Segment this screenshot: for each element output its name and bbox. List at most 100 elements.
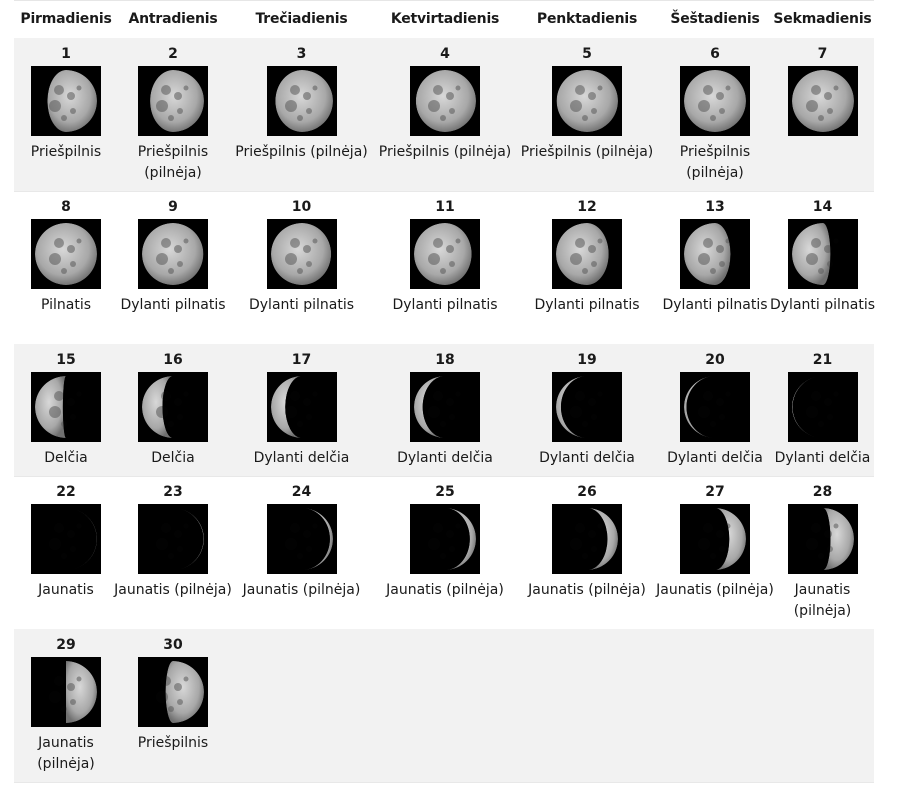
day-cell: 11 Dylanti pilnatis (375, 191, 515, 344)
day-cell: 2 Priešpilnis (pilnėja) (118, 38, 228, 191)
moon-phase-icon (788, 66, 858, 136)
day-number: 22 (56, 484, 76, 500)
day-cell: 22 Jaunatis (14, 476, 118, 629)
weekday-monday: Pirmadienis (20, 11, 112, 27)
weekday-sunday: Sekmadienis (773, 11, 872, 27)
day-cell: 16 Delčia (118, 344, 228, 476)
calendar-week-row: 8 Pilnatis 9 Dylanti pilnatis 10 Dylanti… (14, 191, 875, 345)
day-cell: 8 Pilnatis (14, 191, 118, 344)
day-number: 16 (163, 352, 183, 368)
phase-label: Dylanti delčia (397, 450, 493, 466)
day-number: 13 (705, 199, 725, 215)
day-number: 27 (705, 484, 725, 500)
day-cell: 10 Dylanti pilnatis (228, 191, 375, 344)
day-number: 23 (163, 484, 183, 500)
calendar-week-row: 15 Delčia 16 Delčia 17 Dylanti delčia 18… (14, 344, 874, 477)
phase-label: Dylanti delčia (539, 450, 635, 466)
day-cell: 14 Dylanti pilnatis (770, 191, 875, 344)
day-number: 28 (812, 484, 833, 500)
weekday-saturday: Šeštadienis (670, 11, 760, 27)
day-number: 17 (291, 352, 312, 368)
day-cell: 19 Dylanti delčia (515, 344, 659, 476)
moon-phase-icon (267, 372, 337, 442)
weekday-header: Ketvirtadienis (375, 0, 515, 39)
weekday-tuesday: Antradienis (128, 11, 218, 27)
moon-phase-icon (138, 372, 208, 442)
weekday-friday: Penktadienis (536, 11, 638, 27)
day-cell: 9 Dylanti pilnatis (118, 191, 228, 344)
weekday-header: Šeštadienis (659, 0, 771, 39)
phase-label: Priešpilnis (137, 735, 209, 751)
day-number: 2 (168, 46, 178, 62)
phase-label: Jaunatis (pilnėja) (37, 735, 95, 772)
phase-label: Dylanti pilnatis (120, 297, 226, 313)
phase-label: Jaunatis (pilnėja) (114, 582, 232, 598)
moon-phase-icon (138, 657, 208, 727)
phase-label: Jaunatis (pilnėja) (793, 582, 852, 619)
phase-label: Dylanti pilnatis (248, 297, 355, 313)
weekday-header: Penktadienis (515, 0, 659, 39)
day-number: 4 (440, 46, 450, 62)
moon-phase-icon (31, 504, 101, 574)
day-number: 10 (291, 199, 312, 215)
day-number: 12 (577, 199, 597, 215)
moon-phase-icon (680, 372, 750, 442)
moon-phase-icon (552, 372, 622, 442)
moon-phase-icon (410, 219, 480, 289)
day-number: 7 (817, 46, 828, 62)
moon-phase-icon (788, 372, 858, 442)
moon-phase-icon (138, 504, 208, 574)
phase-label: Jaunatis (38, 582, 94, 598)
moon-phase-icon (410, 66, 480, 136)
day-cell: 3 Priešpilnis (pilnėja) (228, 38, 375, 191)
moon-phase-icon (552, 504, 622, 574)
moon-phase-icon (552, 66, 622, 136)
day-number: 3 (296, 46, 307, 62)
moon-phase-icon (138, 66, 208, 136)
day-number: 11 (435, 199, 455, 215)
phase-label: Jaunatis (pilnėja) (242, 582, 361, 598)
day-cell: 26 Jaunatis (pilnėja) (515, 476, 659, 629)
day-cell: 21 Dylanti delčia (771, 344, 874, 476)
day-cell: 25 Jaunatis (pilnėja) (375, 476, 515, 629)
moon-phase-icon (788, 504, 858, 574)
day-number: 30 (163, 637, 183, 653)
day-cell: 28 Jaunatis (pilnėja) (771, 476, 874, 629)
day-number: 5 (582, 46, 592, 62)
day-number: 18 (435, 352, 455, 368)
weekday-thursday: Ketvirtadienis (390, 11, 500, 27)
day-cell: 27 Jaunatis (pilnėja) (656, 476, 774, 629)
weekday-header: Sekmadienis (771, 0, 874, 39)
moon-phase-icon (680, 219, 750, 289)
phase-label: Priešpilnis (pilnėja) (520, 144, 654, 160)
phase-label: Dylanti pilnatis (662, 297, 768, 313)
day-cell: 7 (771, 38, 874, 191)
phase-label: Dylanti delčia (774, 450, 871, 466)
day-number: 26 (577, 484, 597, 500)
day-cell: 20 Dylanti delčia (659, 344, 771, 476)
phase-label: Priešpilnis (pilnėja) (137, 144, 209, 181)
moon-phase-icon (31, 372, 101, 442)
day-cell: 15 Delčia (14, 344, 118, 476)
day-cell: 17 Dylanti delčia (228, 344, 375, 476)
day-number: 14 (812, 199, 833, 215)
day-cell: 18 Dylanti delčia (375, 344, 515, 476)
moon-phase-icon (267, 504, 337, 574)
calendar-week-row: 22 Jaunatis 23 Jaunatis (pilnėja) 24 Jau… (14, 476, 874, 630)
phase-label: Dylanti pilnatis (534, 297, 640, 313)
moon-phase-icon (410, 504, 480, 574)
day-cell: 29 Jaunatis (pilnėja) (14, 629, 118, 782)
day-cell: 5 Priešpilnis (pilnėja) (515, 38, 659, 191)
day-cell: 24 Jaunatis (pilnėja) (228, 476, 375, 629)
calendar-week-row: 29 Jaunatis (pilnėja) 30 Priešpilnis (14, 629, 874, 783)
phase-label: Dylanti delčia (253, 450, 350, 466)
moon-phase-icon (31, 219, 101, 289)
phase-label: Jaunatis (pilnėja) (528, 582, 646, 598)
weekday-wednesday: Trečiadienis (255, 11, 348, 27)
day-cell: 30 Priešpilnis (118, 629, 228, 782)
day-cell: 4 Priešpilnis (pilnėja) (375, 38, 515, 191)
day-number: 8 (61, 199, 71, 215)
moon-phase-icon (31, 66, 101, 136)
phase-label: Priešpilnis (pilnėja) (235, 144, 368, 160)
moon-phase-icon (680, 504, 750, 574)
